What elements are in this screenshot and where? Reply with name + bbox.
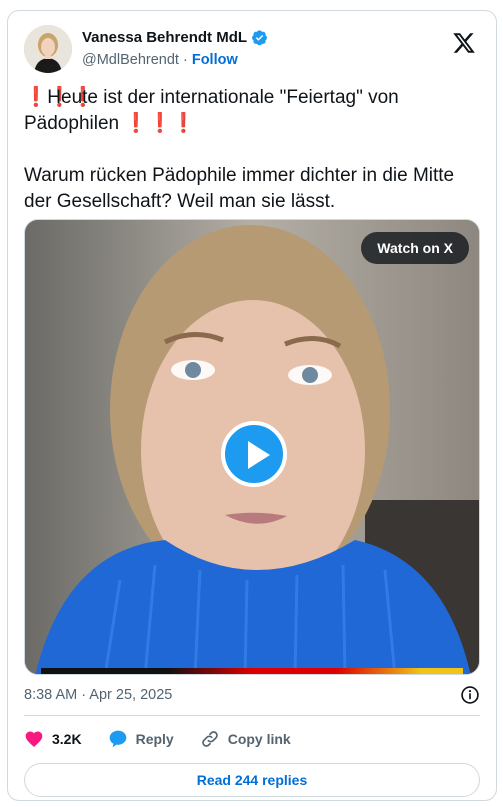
copy-link-button[interactable]: Copy link (200, 729, 291, 749)
video-color-stripe (41, 668, 463, 674)
verified-badge-icon (251, 29, 268, 46)
avatar[interactable] (24, 25, 72, 73)
read-replies-button[interactable]: Read 244 replies (24, 763, 480, 797)
x-logo-icon[interactable] (452, 31, 476, 55)
tweet-header: Vanessa Behrendt MdL @MdlBehrendt · Foll… (24, 25, 480, 73)
tweet-actions: 3.2K Reply Copy link (24, 723, 317, 755)
play-button[interactable] (221, 421, 287, 487)
exclamation-emoji-icon: ❗❗❗ (24, 87, 95, 108)
watch-on-x-button[interactable]: Watch on X (361, 232, 469, 264)
follow-button[interactable]: Follow (192, 52, 238, 68)
play-icon (248, 441, 270, 469)
likes-count: 3.2K (52, 731, 82, 747)
tweet-timestamp[interactable]: 8:38 AM · Apr 25, 2025 (24, 687, 172, 703)
reply-bubble-icon (108, 729, 128, 749)
tweet-paragraph-1: ❗❗❗ Heute ist der internationale "Feiert… (24, 85, 486, 137)
like-button[interactable]: 3.2K (24, 729, 82, 749)
embedded-tweet-card: Vanessa Behrendt MdL @MdlBehrendt · Foll… (7, 10, 497, 801)
link-icon (200, 729, 220, 749)
divider (24, 715, 480, 716)
author-handle[interactable]: @MdlBehrendt (82, 52, 179, 68)
heart-icon (24, 729, 44, 749)
tweet-text: ❗❗❗ Heute ist der internationale "Feiert… (24, 85, 486, 215)
reply-label: Reply (135, 731, 174, 747)
exclamation-emoji-icon: ❗❗❗ (124, 113, 196, 134)
info-icon[interactable] (460, 685, 480, 705)
tweet-paragraph-2: Warum rücken Pädophile immer dichter in … (24, 165, 455, 212)
author-name[interactable]: Vanessa Behrendt MdL (82, 29, 247, 46)
copy-link-label: Copy link (227, 731, 291, 747)
video-player[interactable]: Watch on X (24, 219, 480, 675)
handle-separator: · (182, 52, 188, 68)
reply-button[interactable]: Reply (108, 729, 174, 749)
tweet-line-1: Heute ist der internationale "Feiertag" … (24, 87, 399, 134)
